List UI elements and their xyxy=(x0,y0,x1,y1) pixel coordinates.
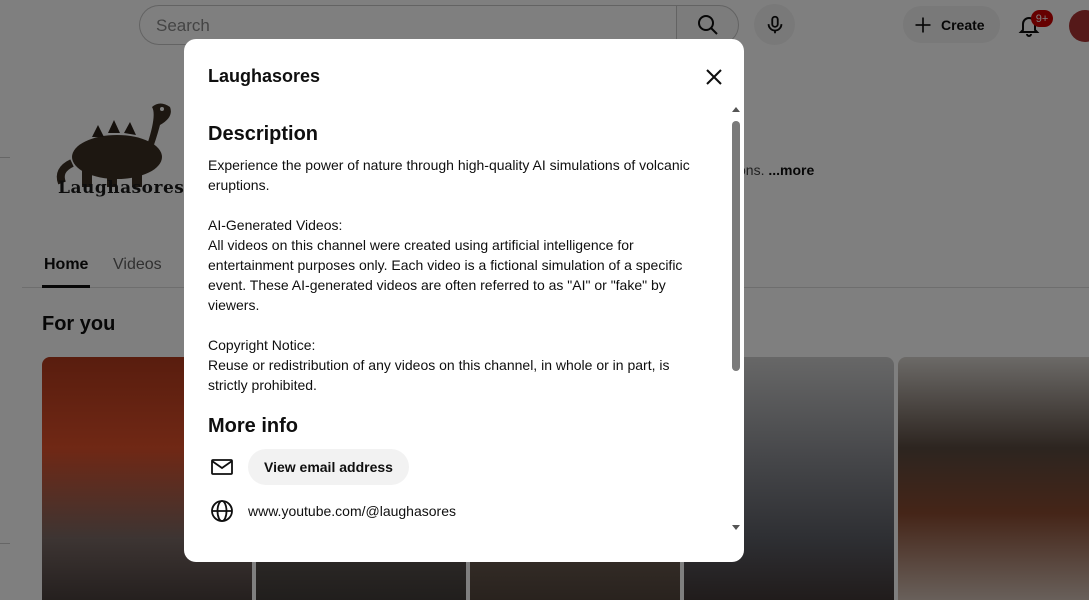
close-icon xyxy=(706,69,722,85)
email-row: View email address xyxy=(208,449,409,485)
description-heading: Description xyxy=(208,123,319,145)
globe-icon xyxy=(208,497,236,525)
more-info-heading: More info xyxy=(208,415,298,437)
close-button[interactable] xyxy=(698,61,730,93)
scroll-up-arrow-icon[interactable] xyxy=(732,107,740,112)
view-email-button[interactable]: View email address xyxy=(248,449,409,485)
dialog-content: Description Experience the power of natu… xyxy=(208,111,728,541)
dialog-scrollbar[interactable] xyxy=(730,107,742,535)
dialog-title: Laughasores xyxy=(208,66,321,86)
about-channel-dialog: Laughasores Description Experience the p… xyxy=(184,39,744,562)
mail-icon xyxy=(208,453,236,481)
channel-url[interactable]: www.youtube.com/@laughasores xyxy=(248,503,456,519)
scroll-down-arrow-icon[interactable] xyxy=(732,525,740,530)
description-text: Experience the power of nature through h… xyxy=(208,157,690,393)
scrollbar-thumb[interactable] xyxy=(732,121,740,371)
channel-link-row: www.youtube.com/@laughasores xyxy=(208,497,456,525)
